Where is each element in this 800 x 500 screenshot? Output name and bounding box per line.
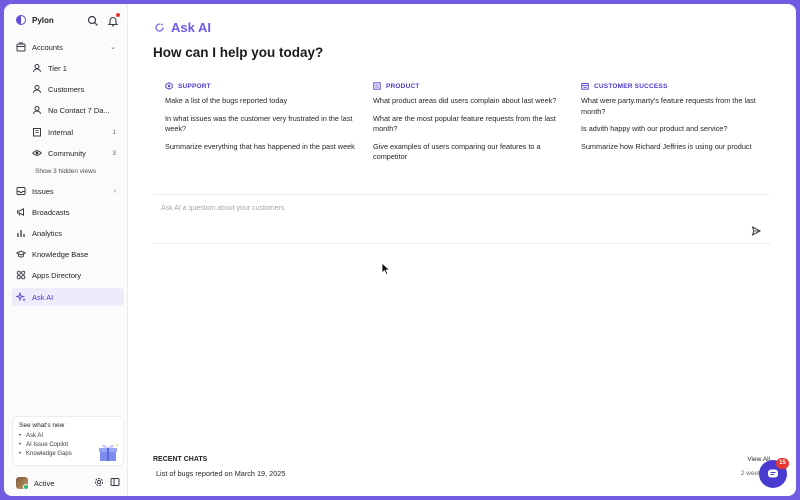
- graduation-cap-icon: [16, 250, 26, 258]
- ai-refresh-icon: [155, 22, 164, 32]
- sidebar-item-tier-1[interactable]: Tier 1: [12, 59, 124, 77]
- item-count: 3: [112, 149, 116, 157]
- sidebar-item-label: Customers: [48, 84, 85, 94]
- user-icon: [33, 106, 41, 115]
- sidebar-item-label: Tier 1: [48, 63, 67, 73]
- page-header: Ask AI: [154, 20, 211, 35]
- main-content: Ask AI How can I help you today? SUPPORT…: [128, 4, 796, 496]
- accounts-icon: [16, 42, 26, 52]
- chat-unread-badge: 15: [776, 458, 789, 469]
- whats-new-item: Ask AI: [19, 432, 117, 441]
- chevron-down-icon[interactable]: ⌄: [110, 43, 116, 51]
- sidebar-item-accounts[interactable]: Accounts ⌄: [12, 38, 124, 56]
- suggested-question[interactable]: Is advith happy with our product and ser…: [581, 124, 781, 135]
- sidebar-item-label: No Contact 7 Da...: [48, 105, 110, 115]
- whats-new-card[interactable]: See what's new Ask AI AI Issue Copilot K…: [12, 416, 124, 466]
- sidebar-item-label: Community: [48, 148, 86, 158]
- megaphone-icon: [17, 207, 24, 217]
- sidebar-item-apps-directory[interactable]: Apps Directory: [12, 266, 124, 284]
- app-name: Pylon: [32, 15, 54, 25]
- sidebar-item-label: Broadcasts: [32, 207, 70, 217]
- eye-icon: [32, 150, 42, 156]
- customer-success-icon: [581, 83, 589, 90]
- user-icon: [33, 85, 41, 94]
- sidebar-item-label: Accounts: [32, 42, 63, 52]
- suggested-question[interactable]: In what issues was the customer very fru…: [165, 114, 365, 135]
- column-heading: PRODUCT: [373, 82, 573, 90]
- sidebar-item-label: Analytics: [32, 228, 63, 238]
- gift-box-icon: [99, 444, 118, 461]
- sidebar-item-knowledge-base[interactable]: Knowledge Base: [12, 245, 124, 263]
- sidebar-item-label: Apps Directory: [32, 270, 82, 280]
- bar-chart-icon: [17, 230, 25, 237]
- headline: How can I help you today?: [153, 45, 324, 60]
- user-status[interactable]: Active: [34, 479, 54, 488]
- suggestion-column-customer-success: CUSTOMER SUCCESS What were party.marty's…: [581, 82, 781, 159]
- sidebar-item-label: Ask AI: [32, 292, 54, 302]
- app-window: Pylon Accounts ⌄ Tier 1 Customers No Con…: [4, 4, 796, 496]
- suggested-question[interactable]: Make a list of the bugs reported today: [165, 96, 365, 107]
- avatar[interactable]: [16, 477, 29, 490]
- building-icon: [33, 128, 41, 137]
- whats-new-title: See what's new: [19, 422, 65, 429]
- search-icon[interactable]: [87, 14, 99, 26]
- product-icon: [373, 82, 381, 90]
- pylon-logo-icon: [16, 15, 26, 25]
- sidebar-item-label: Internal: [48, 127, 74, 137]
- suggested-question[interactable]: Summarize everything that has happened i…: [165, 142, 365, 153]
- mouse-cursor-icon: [381, 262, 391, 276]
- settings-gear-icon[interactable]: [94, 477, 104, 487]
- user-actions: [94, 477, 120, 487]
- sidebar-item-no-contact[interactable]: No Contact 7 Da...: [12, 101, 124, 119]
- sidebar-item-community[interactable]: Community 3: [12, 144, 124, 162]
- sidebar-item-label: Knowledge Base: [32, 249, 89, 259]
- sidebar-item-broadcasts[interactable]: Broadcasts: [12, 203, 124, 221]
- sidebar-item-ask-ai[interactable]: Ask AI: [12, 288, 124, 306]
- send-icon[interactable]: [750, 225, 762, 237]
- sidebar-item-issues[interactable]: Issues ›: [12, 182, 124, 200]
- sidebar-item-label: Issues: [32, 186, 54, 196]
- layout-panel-icon[interactable]: [110, 477, 120, 487]
- sidebar-top-actions: [87, 13, 120, 27]
- suggested-question[interactable]: Summarize how Richard Jeffries is using …: [581, 142, 781, 153]
- suggested-question[interactable]: What product areas did users complain ab…: [373, 96, 573, 107]
- ask-ai-input[interactable]: [161, 201, 741, 215]
- column-heading-label: SUPPORT: [178, 82, 211, 90]
- sidebar-item-customers[interactable]: Customers: [12, 80, 124, 98]
- sparkles-icon: [16, 292, 26, 302]
- notification-dot: [116, 13, 120, 17]
- suggested-question[interactable]: What were party.marty's feature requests…: [581, 96, 781, 117]
- suggested-question[interactable]: What are the most popular feature reques…: [373, 114, 573, 135]
- chevron-right-icon[interactable]: ›: [114, 188, 116, 195]
- recent-chats-title: RECENT CHATS: [153, 456, 208, 463]
- notifications-bell-icon[interactable]: [107, 13, 120, 27]
- suggested-question[interactable]: Give examples of users comparing our fea…: [373, 142, 573, 163]
- sidebar-item-internal[interactable]: Internal 1: [12, 123, 124, 141]
- user-status-row: Active: [16, 476, 120, 490]
- sidebar-item-analytics[interactable]: Analytics: [12, 224, 124, 242]
- column-heading: CUSTOMER SUCCESS: [581, 82, 781, 90]
- support-icon: [165, 82, 173, 90]
- show-hidden-views-link[interactable]: Show 3 hidden views: [35, 168, 96, 175]
- column-heading-label: PRODUCT: [386, 82, 420, 90]
- apps-grid-icon: [16, 270, 26, 280]
- sidebar: Pylon Accounts ⌄ Tier 1 Customers No Con…: [4, 4, 128, 496]
- chat-icon: [768, 469, 778, 478]
- user-icon: [33, 64, 41, 73]
- page-title: Ask AI: [171, 20, 211, 35]
- inbox-icon: [16, 187, 26, 195]
- column-heading-label: CUSTOMER SUCCESS: [594, 82, 668, 90]
- suggestion-column-support: SUPPORT Make a list of the bugs reported…: [165, 82, 365, 159]
- suggestion-column-product: PRODUCT What product areas did users com…: [373, 82, 573, 170]
- item-count: 1: [112, 128, 116, 136]
- recent-chat-item[interactable]: List of bugs reported on March 19, 2025: [156, 469, 285, 478]
- ask-ai-composer: [153, 194, 770, 244]
- column-heading: SUPPORT: [165, 82, 365, 90]
- brand[interactable]: Pylon: [16, 15, 54, 25]
